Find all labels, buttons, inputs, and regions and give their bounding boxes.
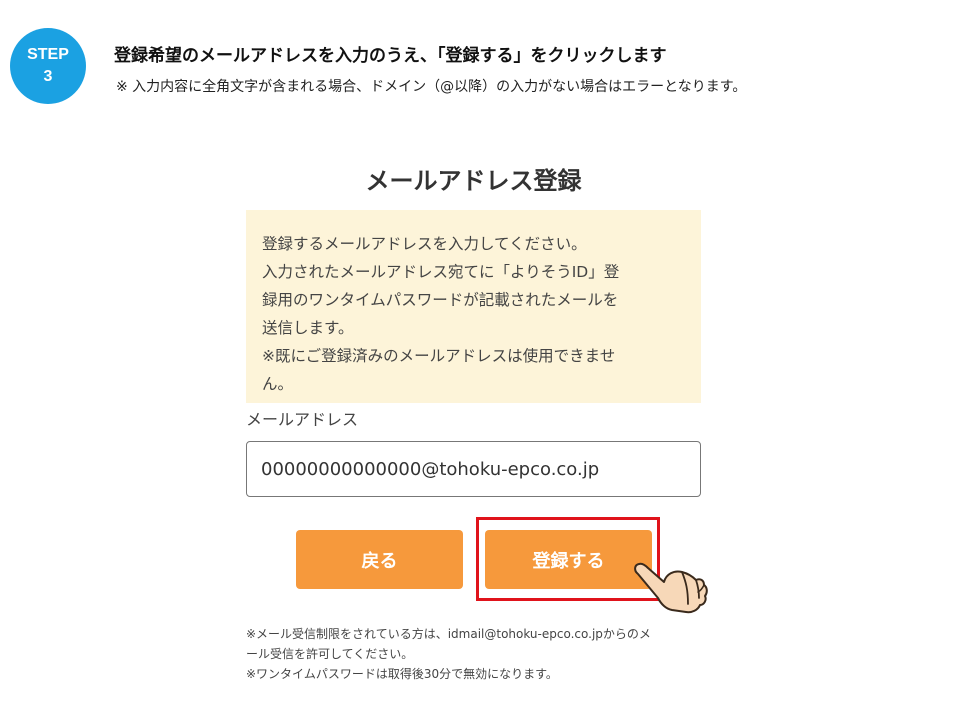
info-line: 入力されたメールアドレス宛てに「よりそうID」登 [262,263,620,281]
footnote-line: ール受信を許可してください。 [246,647,414,661]
instruction-title: 登録希望のメールアドレスを入力のうえ、「登録する」をクリックします [114,46,667,66]
info-line: 送信します。 [262,319,354,337]
email-label: メールアドレス [246,410,359,429]
info-line: 登録するメールアドレスを入力してください。 [262,235,587,253]
info-box: 登録するメールアドレスを入力してください。 入力されたメールアドレス宛てに「より… [246,210,701,403]
step-label: STEP [27,46,69,63]
form-title: メールアドレス登録 [365,167,582,195]
instruction-note: ※ 入力内容に全角文字が含まれる場合、ドメイン（@以降）の入力がない場合はエラー… [116,79,747,95]
email-input[interactable] [246,441,701,497]
footnote-line: ※ワンタイムパスワードは取得後30分で無効になります。 [246,667,558,681]
info-line: 録用のワンタイムパスワードが記載されたメールを [262,291,619,309]
step-badge: STEP 3 [10,28,86,104]
step-number: 3 [43,68,53,85]
footnote: ※メール受信制限をされている方は、idmail@tohoku-epco.co.j… [246,624,716,684]
info-line: ん。 [262,375,294,393]
info-line: ※既にご登録済みのメールアドレスは使用できませ [262,347,616,365]
back-button[interactable]: 戻る [296,530,463,589]
pointing-hand-icon [634,562,708,614]
footnote-line: ※メール受信制限をされている方は、idmail@tohoku-epco.co.j… [246,627,651,641]
